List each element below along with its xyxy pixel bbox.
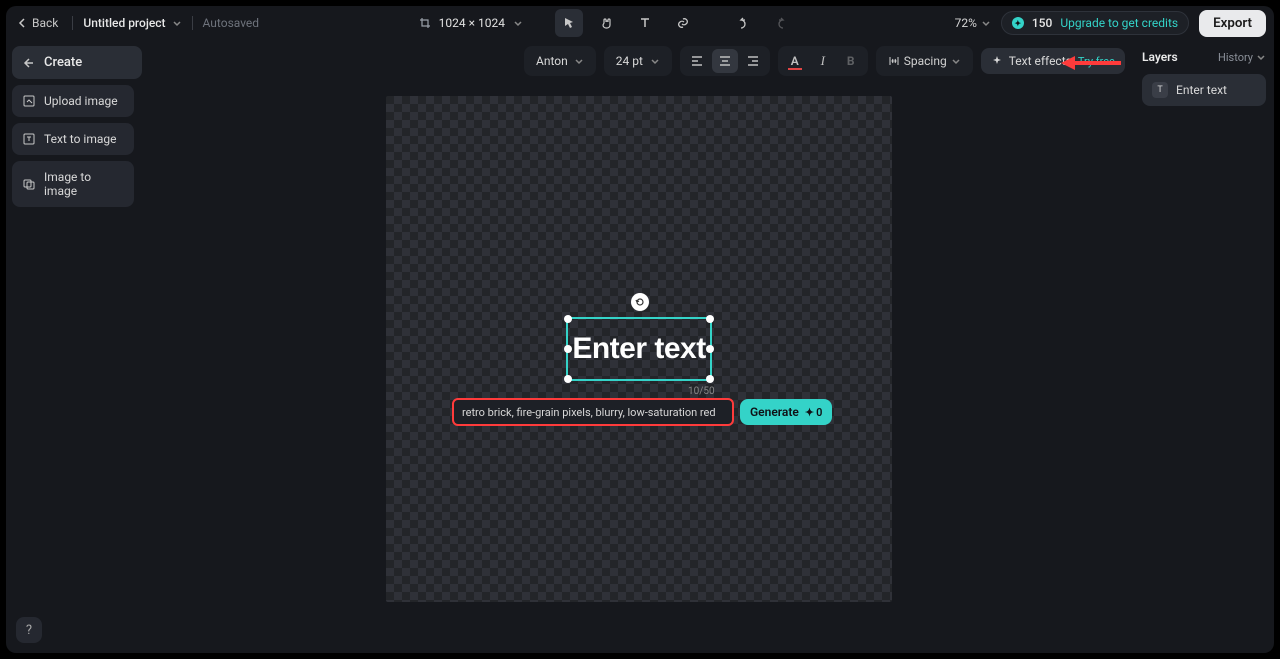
generate-cost: ✦0 <box>805 406 823 419</box>
resize-handle-ml[interactable] <box>564 345 572 353</box>
undo-button[interactable] <box>729 9 757 37</box>
hand-tool[interactable] <box>593 9 621 37</box>
text-color-button[interactable]: A <box>782 49 808 73</box>
divider <box>72 16 73 30</box>
character-count: 10/50 <box>688 386 715 397</box>
generate-label: Generate <box>750 405 799 419</box>
credit-icon: ✦ <box>1012 17 1024 29</box>
zoom-dropdown[interactable]: 72% <box>955 16 991 30</box>
back-arrow-icon <box>22 56 36 70</box>
canvas-dimensions-dropdown[interactable]: 1024 × 1024 <box>419 16 523 30</box>
help-button[interactable]: ? <box>16 617 42 643</box>
sparkle-icon <box>991 55 1003 67</box>
text-tool[interactable] <box>631 9 659 37</box>
project-name: Untitled project <box>83 16 165 30</box>
font-value: Anton <box>536 54 568 68</box>
text-to-image-label: Text to image <box>44 132 117 146</box>
autosave-status: Autosaved <box>203 16 260 30</box>
generate-button[interactable]: Generate ✦0 <box>740 399 832 425</box>
align-left-button[interactable] <box>684 49 710 73</box>
align-right-button[interactable] <box>740 49 766 73</box>
zoom-value: 72% <box>955 16 977 30</box>
image-to-image-button[interactable]: Image to image <box>12 161 134 207</box>
create-button[interactable]: Create <box>12 46 142 79</box>
dimensions-label: 1024 × 1024 <box>439 16 505 30</box>
text-selection-box[interactable]: Enter text <box>566 317 712 381</box>
spacing-label: Spacing <box>904 54 947 68</box>
upload-image-button[interactable]: Upload image <box>12 85 134 117</box>
layer-item[interactable]: T Enter text <box>1142 74 1266 106</box>
spacing-dropdown[interactable]: Spacing <box>880 50 969 72</box>
canvas-text[interactable]: Enter text <box>572 332 705 366</box>
spacing-icon <box>888 55 900 67</box>
text-effects-button[interactable]: Text effects Try free <box>981 48 1125 74</box>
upload-image-label: Upload image <box>44 94 118 108</box>
link-tool[interactable] <box>669 9 697 37</box>
text-to-image-button[interactable]: Text to image <box>12 123 134 155</box>
text-layer-icon: T <box>1152 82 1168 98</box>
upload-icon <box>22 94 36 108</box>
italic-button[interactable]: I <box>810 49 836 73</box>
crop-icon <box>419 17 431 29</box>
history-dropdown[interactable]: History <box>1218 51 1266 64</box>
resize-handle-br[interactable] <box>706 375 714 383</box>
redo-button[interactable] <box>767 9 795 37</box>
credits-pill[interactable]: ✦ 150 Upgrade to get credits <box>1001 11 1189 35</box>
resize-handle-tl[interactable] <box>564 315 572 323</box>
upgrade-link[interactable]: Upgrade to get credits <box>1060 16 1178 30</box>
resize-handle-tr[interactable] <box>706 315 714 323</box>
cursor-tool[interactable] <box>555 9 583 37</box>
image-to-image-label: Image to image <box>44 170 124 198</box>
text-to-image-icon <box>22 132 36 146</box>
layer-label: Enter text <box>1176 83 1227 97</box>
align-center-button[interactable] <box>712 49 738 73</box>
export-button[interactable]: Export <box>1199 10 1266 37</box>
history-label: History <box>1218 51 1253 64</box>
divider <box>192 16 193 30</box>
font-select[interactable]: Anton <box>528 50 592 72</box>
create-label: Create <box>44 55 82 70</box>
resize-handle-mr[interactable] <box>706 345 714 353</box>
project-name-dropdown[interactable]: Untitled project <box>83 16 181 30</box>
back-label: Back <box>32 16 58 30</box>
resize-handle-bl[interactable] <box>564 375 572 383</box>
font-size-select[interactable]: 24 pt <box>608 50 668 72</box>
rotate-handle[interactable] <box>631 293 649 311</box>
font-size-value: 24 pt <box>616 54 643 68</box>
back-button[interactable]: Back <box>14 14 62 32</box>
prompt-input[interactable] <box>452 398 734 426</box>
try-free-badge: Try free <box>1078 55 1115 68</box>
text-effects-label: Text effects <box>1009 54 1072 68</box>
credit-count: 150 <box>1032 16 1052 30</box>
layers-tab[interactable]: Layers <box>1142 50 1178 64</box>
image-to-image-icon <box>22 177 36 191</box>
bold-button[interactable]: B <box>838 49 864 73</box>
